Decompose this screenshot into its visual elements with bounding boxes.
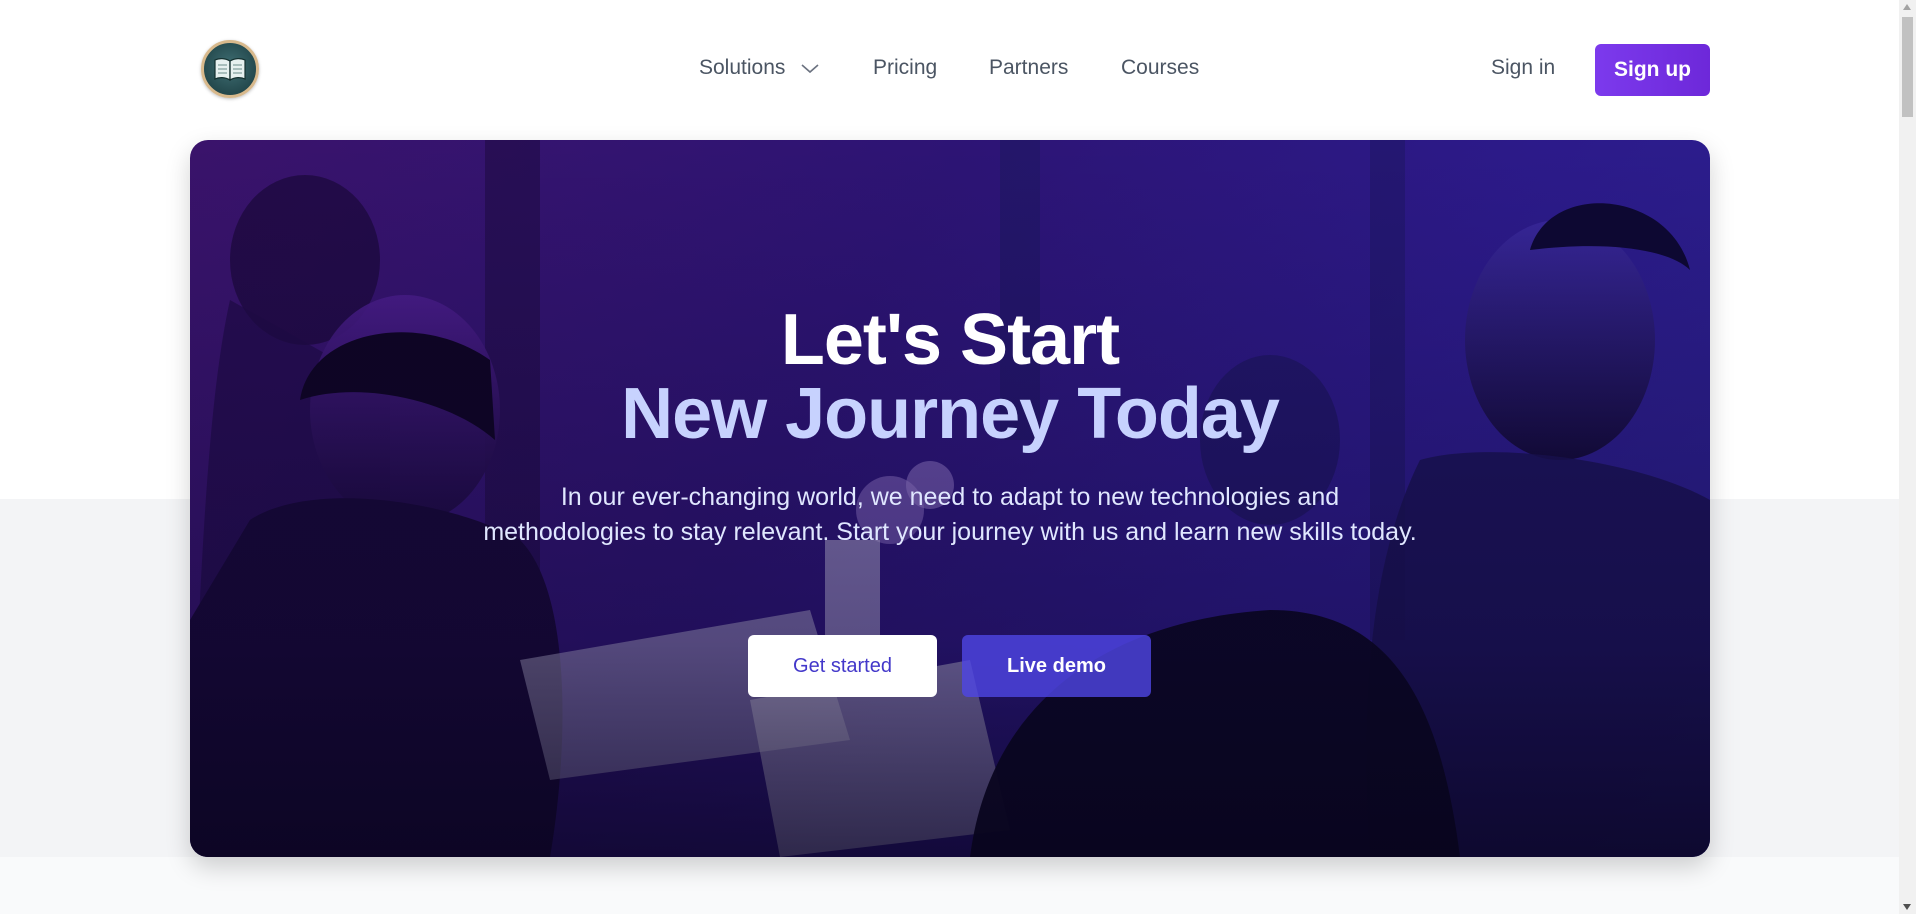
scroll-down-arrow-icon[interactable]: [1903, 904, 1911, 910]
nav-solutions[interactable]: Solutions: [699, 56, 819, 80]
hero-title-line2: New Journey Today: [621, 374, 1280, 454]
page-scrollbar[interactable]: [1899, 0, 1916, 914]
nav-pricing[interactable]: Pricing: [873, 56, 937, 80]
get-started-button[interactable]: Get started: [748, 635, 937, 697]
nav-courses[interactable]: Courses: [1121, 56, 1199, 80]
sign-up-button[interactable]: Sign up: [1595, 44, 1710, 96]
hero-title-line1: Let's Start: [780, 300, 1120, 380]
nav-partners[interactable]: Partners: [989, 56, 1068, 80]
hero-banner: Let's Start New Journey Today In our eve…: [190, 140, 1710, 857]
chevron-down-icon: [801, 56, 819, 80]
scroll-up-arrow-icon[interactable]: [1903, 4, 1911, 10]
sign-in-link[interactable]: Sign in: [1491, 56, 1555, 80]
open-book-icon: [214, 58, 246, 82]
hero-description: In our ever-changing world, we need to a…: [483, 483, 1417, 546]
section-background-light: [0, 857, 1899, 914]
scrollbar-thumb[interactable]: [1902, 17, 1913, 117]
logo[interactable]: [201, 40, 259, 98]
live-demo-button[interactable]: Live demo: [962, 635, 1151, 697]
nav-solutions-label: Solutions: [699, 56, 786, 79]
